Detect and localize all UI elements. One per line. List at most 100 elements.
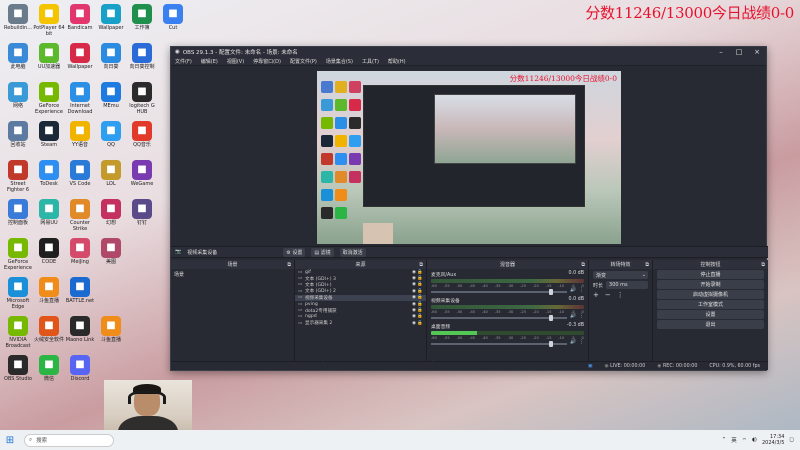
- desktop-icon[interactable]: ■ Cut: [157, 4, 189, 31]
- source-settings-button[interactable]: ⚙ 设置: [283, 247, 306, 257]
- desktop-icon[interactable]: ■ 控制面板: [2, 199, 34, 226]
- clock[interactable]: 17:34 2024/3/5: [762, 434, 784, 446]
- desktop-icon[interactable]: ■ 钉钉: [126, 199, 158, 226]
- chevron-up-icon[interactable]: ⌃: [722, 437, 727, 443]
- menu-item[interactable]: 帮助(H): [388, 58, 406, 65]
- desktop-icon[interactable]: ■ 美图: [95, 238, 127, 265]
- desktop-icon[interactable]: ■ 幻想: [95, 199, 127, 226]
- visibility-eye-icon[interactable]: ◉ 🔒: [412, 302, 426, 307]
- more-icon[interactable]: ⋮: [617, 291, 624, 299]
- network-icon[interactable]: ⌔: [742, 437, 747, 444]
- menu-item[interactable]: 配置文件(P): [290, 58, 317, 65]
- ime-indicator[interactable]: 英: [731, 436, 737, 444]
- visibility-eye-icon[interactable]: ◉ 🔒: [412, 270, 426, 275]
- desktop-icon[interactable]: ■ OBS Studio: [2, 355, 34, 382]
- desktop-icon[interactable]: ■ MEmu: [95, 82, 127, 109]
- desktop-icon[interactable]: ■ ToDesk: [33, 160, 65, 187]
- desktop-icon[interactable]: ■ logitech G HUB: [126, 82, 158, 115]
- desktop-icon[interactable]: ■ VS Code: [64, 160, 96, 187]
- desktop-icon[interactable]: ■ 回收站: [2, 121, 34, 148]
- add-icon[interactable]: +: [593, 291, 599, 299]
- more-icon[interactable]: ⋮: [579, 340, 584, 345]
- taskbar-search[interactable]: ⌕ 搜索: [24, 433, 114, 447]
- volume-fader[interactable]: [431, 314, 568, 321]
- speaker-icon[interactable]: 🔊: [570, 340, 576, 345]
- control-button[interactable]: 设置: [657, 310, 764, 319]
- desktop-icon[interactable]: ■ Steam: [33, 121, 65, 148]
- desktop-icon[interactable]: ■ LOL: [95, 160, 127, 187]
- desktop-icon[interactable]: ■ 火绒安全软件: [33, 316, 65, 343]
- desktop-icon[interactable]: ■ 网易UU: [33, 199, 65, 226]
- volume-icon[interactable]: ◖): [752, 437, 757, 443]
- dock-menu-icon[interactable]: ⧉: [761, 262, 765, 268]
- deactivate-button[interactable]: 取消激活: [339, 247, 366, 257]
- visibility-eye-icon[interactable]: ◉ 🔒: [412, 276, 426, 281]
- desktop-icon[interactable]: ■ 斗鱼直播: [33, 277, 65, 304]
- menu-item[interactable]: 视图(V): [227, 58, 244, 65]
- desktop-icon[interactable]: ■ 工作簿: [126, 4, 158, 31]
- desktop-icon[interactable]: ■ Wallpaper: [64, 43, 96, 70]
- desktop-icon[interactable]: ■ Bandicam: [64, 4, 96, 31]
- dock-menu-icon[interactable]: ⧉: [581, 262, 585, 268]
- notification-icon[interactable]: ◻: [789, 437, 794, 443]
- desktop-icon[interactable]: ■ MeiJing: [64, 238, 96, 265]
- close-icon[interactable]: ×: [748, 48, 766, 56]
- desktop-icon[interactable]: ■ 向日葵: [95, 43, 127, 70]
- control-button[interactable]: 停止直播: [657, 270, 764, 279]
- desktop-icon[interactable]: ■ BATTLE.net: [64, 277, 96, 304]
- scene-item[interactable]: 场景: [171, 269, 294, 280]
- dock-menu-icon[interactable]: ⧉: [645, 262, 649, 268]
- volume-fader[interactable]: [431, 340, 568, 347]
- desktop-icon[interactable]: ■ GeForce Experience: [33, 82, 65, 115]
- visibility-eye-icon[interactable]: ◉ 🔒: [412, 321, 426, 326]
- speaker-icon[interactable]: 🔊: [570, 314, 576, 319]
- menu-item[interactable]: 工具(T): [362, 58, 379, 65]
- visibility-eye-icon[interactable]: ◉ 🔒: [412, 308, 426, 313]
- control-button[interactable]: 开始录制: [657, 280, 764, 289]
- duration-input[interactable]: 300 ms: [606, 281, 648, 289]
- menu-item[interactable]: 编辑(E): [201, 58, 218, 65]
- speaker-icon[interactable]: 🔊: [570, 288, 576, 293]
- minimize-icon[interactable]: –: [712, 48, 730, 56]
- desktop-icon[interactable]: ■ YY语音: [64, 121, 96, 148]
- visibility-eye-icon[interactable]: ◉ 🔒: [412, 282, 426, 287]
- maximize-icon[interactable]: □: [730, 48, 748, 56]
- control-button[interactable]: 工作室模式: [657, 300, 764, 309]
- menu-item[interactable]: 场景集合(S): [326, 58, 353, 65]
- remove-icon[interactable]: −: [605, 291, 611, 299]
- source-filters-button[interactable]: ▤ 滤镜: [311, 247, 334, 257]
- obs-titlebar[interactable]: ◉ OBS 29.1.3 - 配置文件: 未命名 - 场景: 未命名 – □ ×: [171, 47, 766, 57]
- control-button[interactable]: 启动虚拟摄像机: [657, 290, 764, 299]
- visibility-eye-icon[interactable]: ◉ 🔒: [412, 314, 426, 319]
- menu-item[interactable]: 停靠窗口(D): [253, 58, 281, 65]
- desktop-icon[interactable]: ■ 网络: [2, 82, 34, 109]
- transition-select[interactable]: 渐变 ⌄: [593, 271, 648, 279]
- desktop-icon[interactable]: ■ Rebuildin...: [2, 4, 34, 31]
- desktop-icon[interactable]: ■ Maono Link: [64, 316, 96, 343]
- desktop-icon[interactable]: ■ QQ: [95, 121, 127, 148]
- menu-item[interactable]: 文件(F): [175, 58, 192, 65]
- desktop-icon[interactable]: ■ Discord: [64, 355, 96, 382]
- desktop-icon[interactable]: ■ QQ音乐: [126, 121, 158, 148]
- desktop-icon[interactable]: ■ 微信: [33, 355, 65, 382]
- visibility-eye-icon[interactable]: ◉ 🔒: [412, 289, 426, 294]
- more-icon[interactable]: ⋮: [579, 288, 584, 293]
- desktop-icon[interactable]: ■ Street Fighter 6: [2, 160, 34, 193]
- desktop-icon[interactable]: ■ WeGame: [126, 160, 158, 187]
- visibility-eye-icon[interactable]: ◉ 🔒: [412, 295, 426, 300]
- preview-canvas[interactable]: 分数11246/13000今日战绩0-0: [317, 71, 621, 244]
- control-button[interactable]: 退出: [657, 320, 764, 329]
- volume-fader[interactable]: [431, 288, 568, 295]
- desktop-icon[interactable]: ■ GeForce Experience: [2, 238, 34, 271]
- desktop-icon[interactable]: ■ NVIDIA Broadcast: [2, 316, 34, 349]
- desktop-icon[interactable]: ■ 向日葵控制: [126, 43, 158, 70]
- source-item[interactable]: ▭ 显示器采集 2 ◉ 🔒: [295, 320, 426, 327]
- desktop-icon[interactable]: ■ 斗鱼直播: [95, 316, 127, 343]
- desktop-icon[interactable]: ■ CODE: [33, 238, 65, 265]
- more-icon[interactable]: ⋮: [579, 314, 584, 319]
- desktop-icon[interactable]: ■ Internet Download: [64, 82, 96, 115]
- dock-menu-icon[interactable]: ⧉: [419, 262, 423, 268]
- desktop-icon[interactable]: ■ Counter Strike: [64, 199, 96, 232]
- desktop-icon[interactable]: ■ UU加速器: [33, 43, 65, 70]
- windows-start-icon[interactable]: ⊞: [0, 430, 20, 450]
